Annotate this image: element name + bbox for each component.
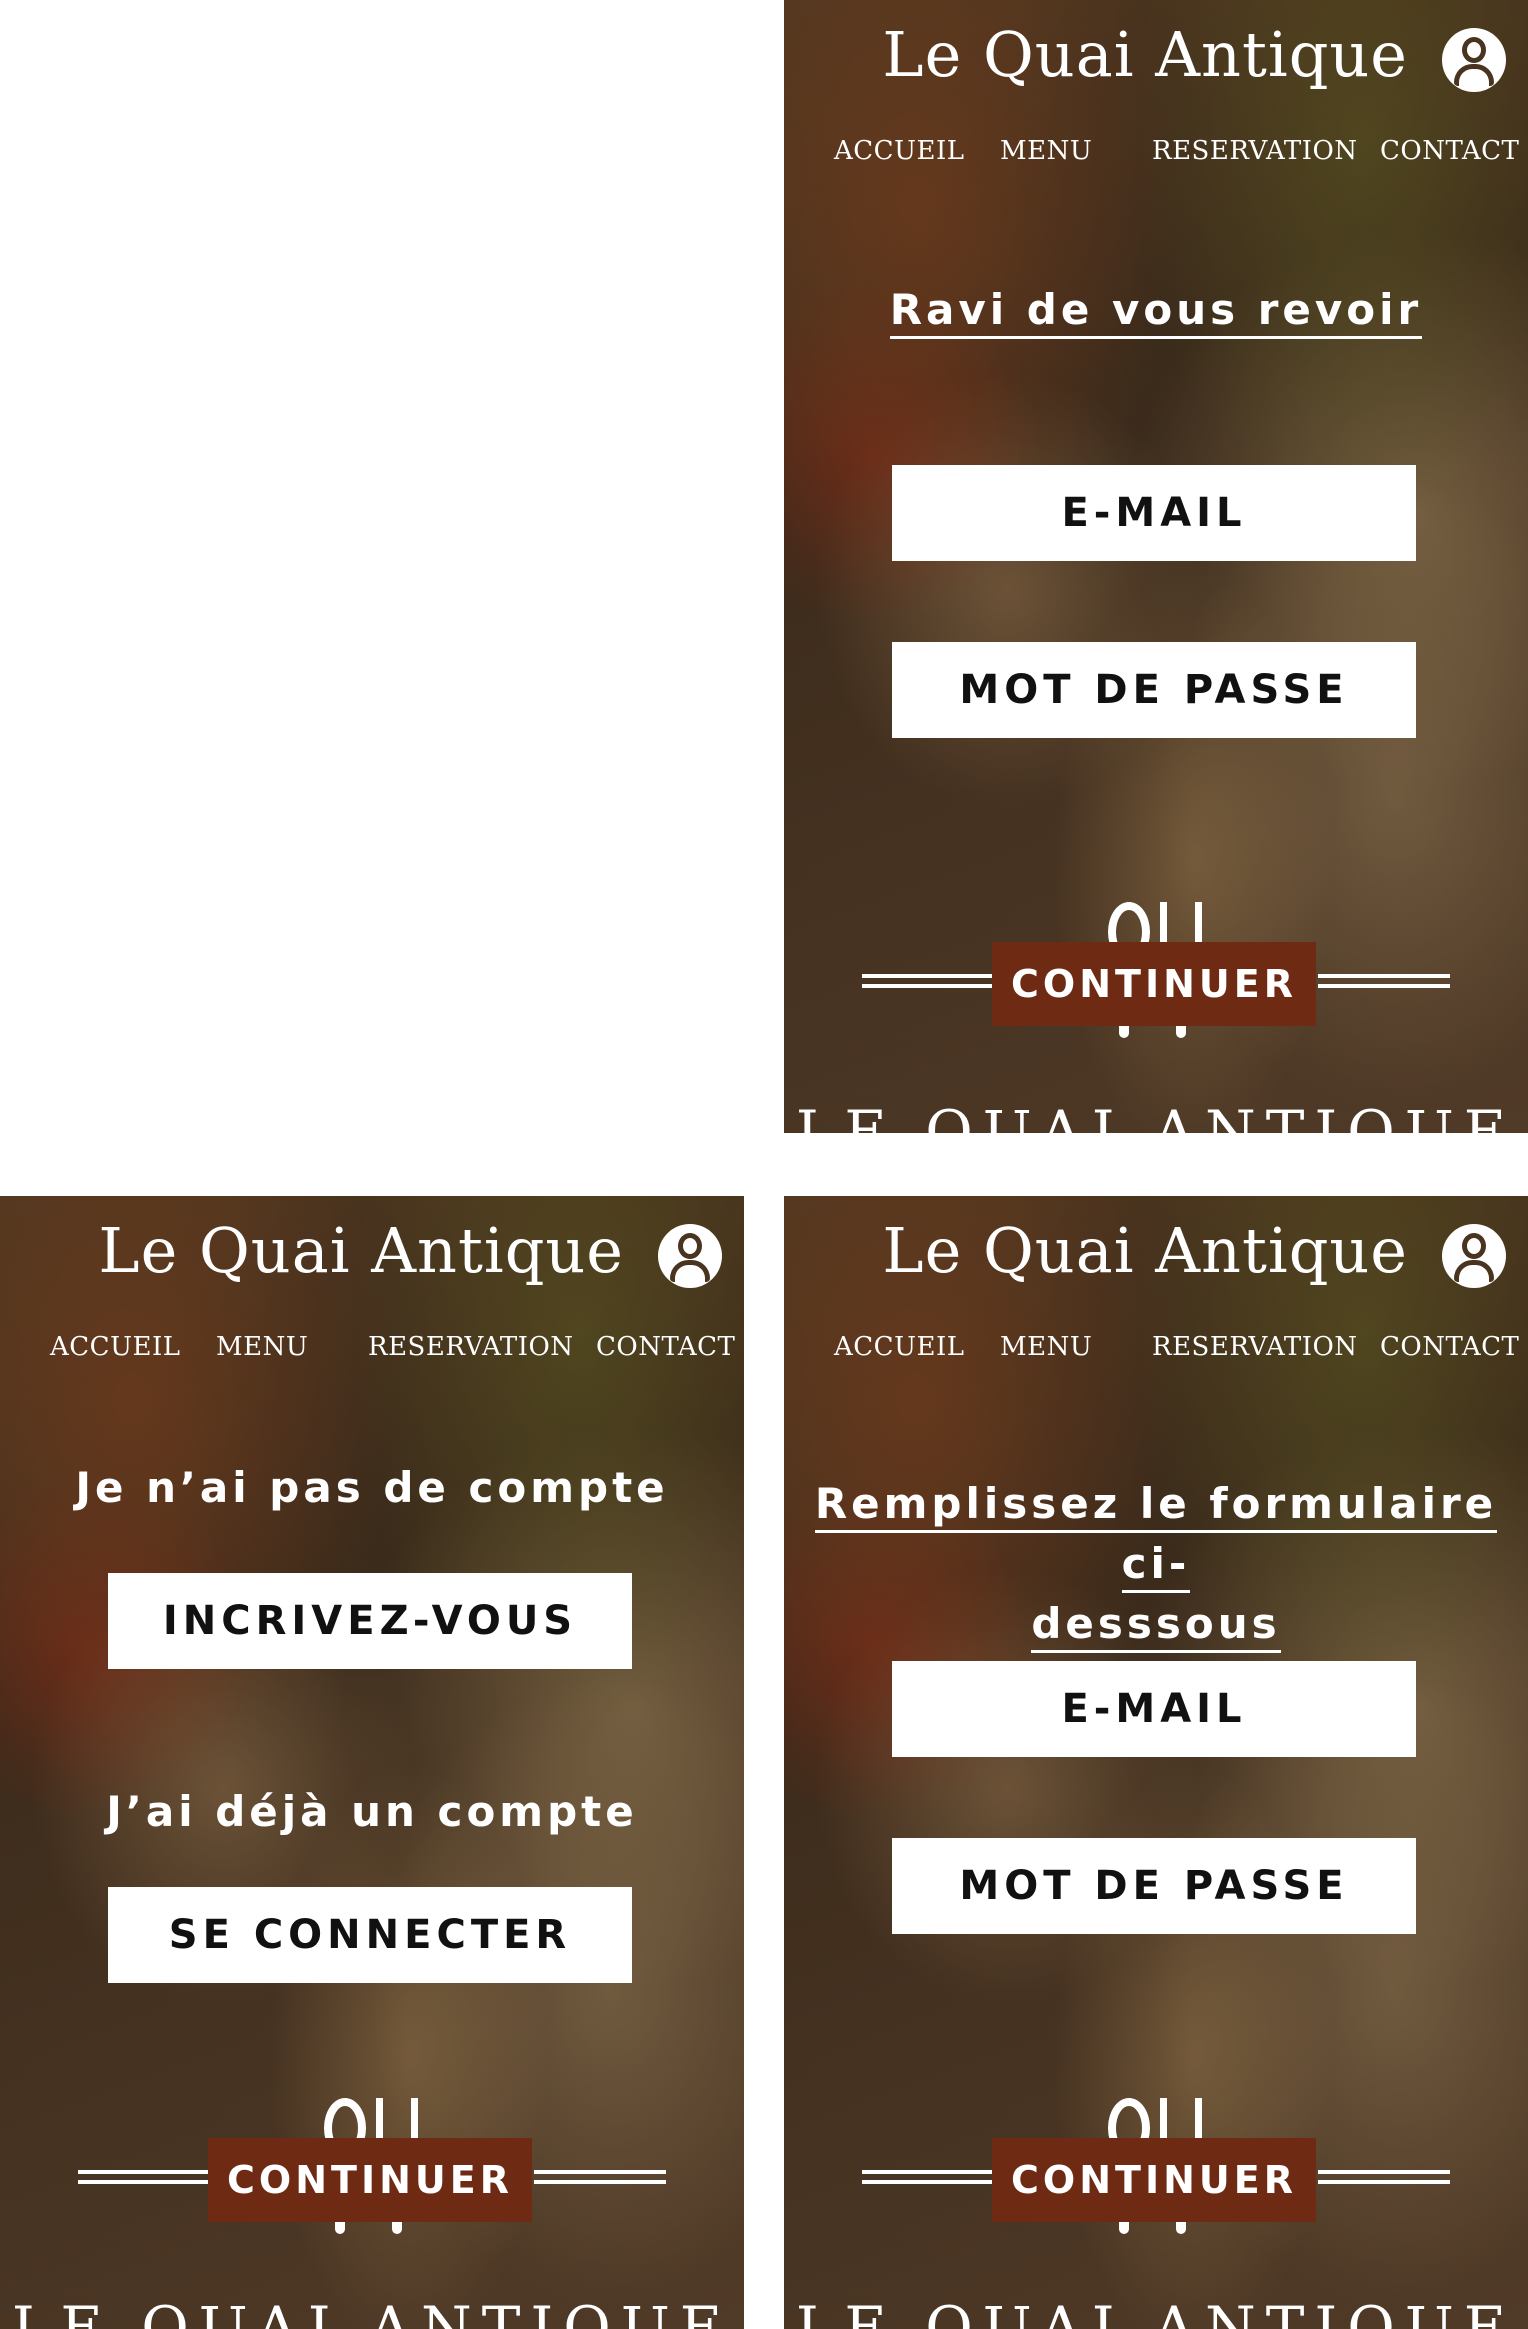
nav-contact[interactable]: CONTACT (1380, 136, 1519, 166)
email-field[interactable]: E-MAIL (892, 1661, 1416, 1757)
continue-section: CONTINUER (0, 2094, 744, 2244)
password-field[interactable]: MOT DE PASSE (892, 642, 1416, 738)
signup-heading-line2: desssous (1031, 1599, 1281, 1653)
user-account-icon[interactable] (1442, 28, 1506, 92)
login-heading-text: Ravi de vous revoir (889, 285, 1423, 339)
signin-button[interactable]: SE CONNECTER (108, 1887, 632, 1983)
user-account-icon[interactable] (1442, 1224, 1506, 1288)
signup-form-panel: Le Quai Antique ACCUEIL MENU RESERVATION… (784, 1196, 1528, 2329)
main-nav: ACCUEIL MENU RESERVATION CONTACT (784, 1332, 1528, 1366)
signup-button[interactable]: INCRIVEZ-VOUS (108, 1573, 632, 1669)
nav-menu[interactable]: MENU (1000, 1332, 1092, 1362)
continue-section: CONTINUER (784, 2094, 1528, 2244)
nav-reservation[interactable]: RESERVATION (368, 1332, 574, 1362)
footer-title: LE QUAI ANTIQUE (11, 2294, 733, 2329)
nav-contact[interactable]: CONTACT (1380, 1332, 1519, 1362)
nav-menu[interactable]: MENU (1000, 136, 1092, 166)
have-account-text: J’ai déjà un compte (106, 1787, 638, 1836)
no-account-text: Je n’ai pas de compte (75, 1463, 669, 1512)
nav-accueil[interactable]: ACCUEIL (50, 1332, 181, 1362)
continue-button[interactable]: CONTINUER (992, 2138, 1316, 2222)
main-nav: ACCUEIL MENU RESERVATION CONTACT (0, 1332, 744, 1366)
main-nav: ACCUEIL MENU RESERVATION CONTACT (784, 136, 1528, 170)
site-header: Le Quai Antique ACCUEIL MENU RESERVATION… (784, 1196, 1528, 1362)
continue-section: CONTINUER (784, 898, 1528, 1048)
user-account-icon[interactable] (658, 1224, 722, 1288)
nav-menu[interactable]: MENU (216, 1332, 308, 1362)
email-field[interactable]: E-MAIL (892, 465, 1416, 561)
login-panel: Le Quai Antique ACCUEIL MENU RESERVATION… (784, 0, 1528, 1133)
site-header: Le Quai Antique ACCUEIL MENU RESERVATION… (784, 0, 1528, 166)
continue-button[interactable]: CONTINUER (208, 2138, 532, 2222)
login-heading: Ravi de vous revoir (784, 280, 1528, 340)
nav-accueil[interactable]: ACCUEIL (834, 136, 965, 166)
footer-title: LE QUAI ANTIQUE (795, 1098, 1517, 1133)
nav-reservation[interactable]: RESERVATION (1152, 1332, 1358, 1362)
footer-title: LE QUAI ANTIQUE (795, 2294, 1517, 2329)
nav-reservation[interactable]: RESERVATION (1152, 136, 1358, 166)
nav-contact[interactable]: CONTACT (596, 1332, 735, 1362)
password-field[interactable]: MOT DE PASSE (892, 1838, 1416, 1934)
brand-logo[interactable]: Le Quai Antique (98, 1214, 624, 1287)
site-header: Le Quai Antique ACCUEIL MENU RESERVATION… (0, 1196, 744, 1362)
nav-accueil[interactable]: ACCUEIL (834, 1332, 965, 1362)
brand-logo[interactable]: Le Quai Antique (882, 18, 1408, 91)
brand-logo[interactable]: Le Quai Antique (882, 1214, 1408, 1287)
signup-heading-line1: Remplissez le formulaire ci- (814, 1479, 1498, 1593)
signup-heading: Remplissez le formulaire ci- desssous (784, 1474, 1528, 1654)
continue-button[interactable]: CONTINUER (992, 942, 1316, 1026)
account-choice-panel: Le Quai Antique ACCUEIL MENU RESERVATION… (0, 1196, 744, 2329)
